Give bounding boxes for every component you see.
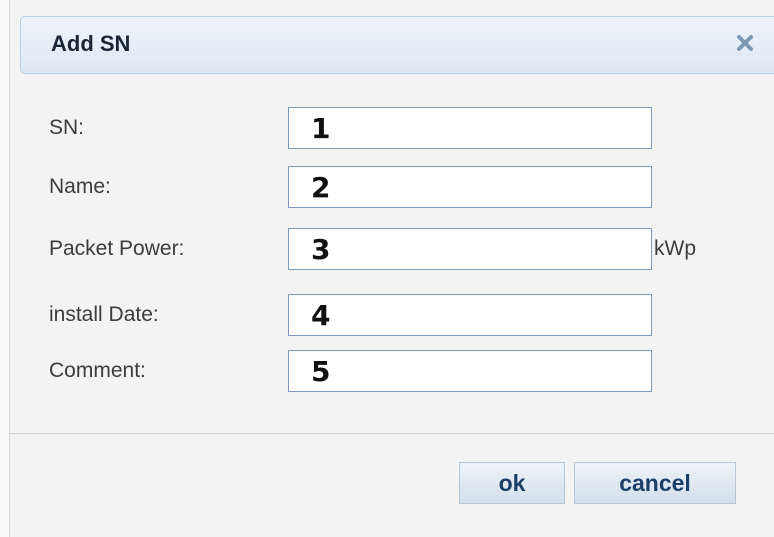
packet-power-row: Packet Power: kWp — [10, 228, 774, 272]
name-row: Name: — [10, 166, 774, 210]
dialog-title: Add SN — [51, 31, 131, 56]
close-icon[interactable] — [733, 31, 757, 55]
name-label: Name: — [49, 175, 111, 198]
install-date-input[interactable] — [288, 294, 652, 336]
name-input[interactable] — [288, 166, 652, 208]
footer-divider — [10, 433, 774, 434]
packet-power-unit: kWp — [654, 237, 696, 260]
comment-input[interactable] — [288, 350, 652, 392]
sn-label: SN: — [49, 116, 85, 139]
cancel-button[interactable]: cancel — [574, 462, 736, 504]
ok-button[interactable]: ok — [459, 462, 565, 504]
install-date-row: install Date: — [10, 294, 774, 338]
sn-input[interactable] — [288, 107, 652, 149]
packet-power-input[interactable] — [288, 228, 652, 270]
comment-row: Comment: — [10, 350, 774, 394]
add-sn-dialog: Add SN SN: Name: Packet Power: kWp insta… — [9, 0, 774, 537]
sn-row: SN: — [10, 107, 774, 151]
packet-power-label: Packet Power: — [49, 237, 185, 260]
dialog-titlebar: Add SN — [20, 16, 774, 74]
install-date-label: install Date: — [49, 303, 159, 326]
comment-label: Comment: — [49, 359, 146, 382]
